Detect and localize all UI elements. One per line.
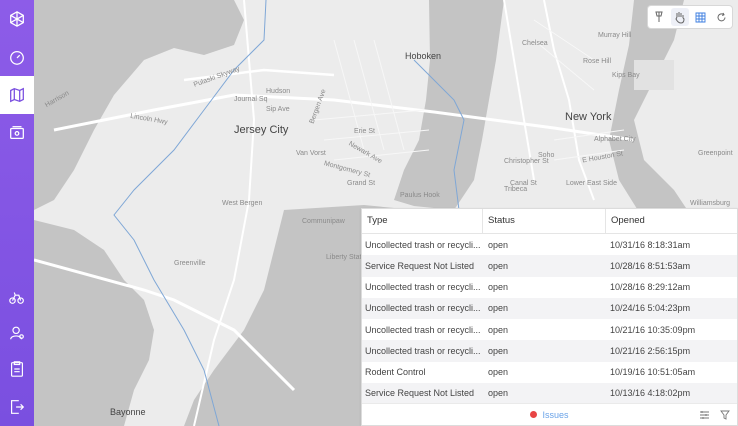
- exit-icon[interactable]: [0, 388, 34, 426]
- street-label: Lower East Side: [566, 180, 617, 187]
- cell-status: open: [488, 303, 509, 314]
- cell-opened: 10/21/16 2:56:15pm: [610, 345, 691, 356]
- cell-status: open: [488, 345, 509, 356]
- logo-icon[interactable]: [0, 0, 34, 38]
- issues-panel: Type Status Opened Uncollected trash or …: [361, 208, 738, 426]
- city-label: Jersey City: [234, 124, 289, 136]
- cell-type: Uncollected trash or recycli...: [365, 324, 481, 335]
- cell-opened: 10/28/16 8:51:53am: [610, 260, 691, 271]
- city-label: Hoboken: [405, 51, 442, 61]
- street-label: Chelsea: [522, 40, 548, 47]
- filter-icon[interactable]: [716, 406, 734, 424]
- map-toolbar: [648, 6, 732, 28]
- street-label: Greenpoint: [698, 150, 733, 157]
- city-label: New York: [565, 111, 612, 123]
- column-header-status[interactable]: Status: [483, 209, 606, 233]
- table-row[interactable]: Uncollected trash or recycli... open 10/24…: [362, 297, 737, 319]
- bike-settings-icon[interactable]: [0, 278, 34, 316]
- street-label: Kips Bay: [612, 72, 640, 79]
- cell-type: Uncollected trash or recycli...: [365, 345, 481, 356]
- clipboard-icon[interactable]: [0, 350, 34, 388]
- street-label: Journal Sq: [234, 96, 268, 103]
- cell-opened: 10/13/16 4:18:02pm: [610, 388, 691, 399]
- status-dot-icon: [530, 411, 538, 418]
- street-label: Liberty State: [326, 254, 366, 261]
- cards-icon[interactable]: [0, 114, 34, 152]
- street-label: Murray Hill: [598, 32, 632, 39]
- cell-status: open: [488, 367, 509, 378]
- cell-opened: 10/19/16 10:51:05am: [610, 367, 696, 378]
- cell-opened: 10/31/16 8:18:31am: [610, 239, 691, 250]
- table-header: Type Status Opened: [362, 209, 737, 234]
- panel-footer: Issues: [362, 403, 737, 425]
- street-label: Communipaw: [302, 218, 345, 225]
- cell-status: open: [488, 388, 509, 399]
- cell-type: Uncollected trash or recycli...: [365, 303, 481, 314]
- cell-opened: 10/21/16 10:35:09pm: [610, 324, 696, 335]
- cell-status: open: [488, 324, 509, 335]
- table-row[interactable]: Uncollected trash or recycli... open 10/31…: [362, 234, 737, 255]
- cell-opened: 10/24/16 5:04:23pm: [610, 303, 691, 314]
- street-label: Erie St: [354, 128, 376, 135]
- cell-opened: 10/28/16 8:29:12am: [610, 282, 691, 293]
- issues-table: Uncollected trash or recycli... open 10/31…: [362, 234, 737, 404]
- cell-type: Service Request Not Listed: [365, 388, 475, 399]
- street-label: Paulus Hook: [400, 192, 440, 199]
- street-label: Grand St: [347, 180, 376, 187]
- street-label: West Bergen: [222, 200, 263, 207]
- pin-icon[interactable]: [650, 8, 668, 26]
- street-label: Soho: [538, 152, 555, 159]
- city-label: Bayonne: [110, 407, 146, 417]
- sidebar: [0, 0, 34, 426]
- grid-icon[interactable]: [692, 8, 710, 26]
- cell-status: open: [488, 282, 509, 293]
- map-icon[interactable]: [0, 76, 34, 114]
- street-label: Greenville: [174, 260, 206, 267]
- table-row[interactable]: Service Request Not Listed open 10/13/16 4…: [362, 382, 737, 404]
- street-label: Van Vorst: [296, 150, 326, 157]
- table-row[interactable]: Rodent Control open 10/19/16 10:51:05am: [362, 362, 737, 383]
- table-row[interactable]: Uncollected trash or recycli... open 10/21…: [362, 319, 737, 340]
- column-header-opened[interactable]: Opened: [606, 209, 737, 233]
- cell-status: open: [488, 239, 509, 250]
- user-settings-icon[interactable]: [0, 314, 34, 352]
- issues-tab[interactable]: Issues: [542, 410, 568, 420]
- dashboard-icon[interactable]: [0, 38, 34, 76]
- table-row[interactable]: Uncollected trash or recycli... open 10/28…: [362, 277, 737, 298]
- cell-type: Service Request Not Listed: [365, 260, 475, 271]
- cell-type: Rodent Control: [365, 367, 426, 378]
- street-label: Hudson: [266, 88, 291, 95]
- street-label: Sip Ave: [266, 106, 290, 113]
- street-label: Alphabet City: [594, 136, 636, 143]
- cell-status: open: [488, 260, 509, 271]
- street-label: Rose Hill: [583, 58, 612, 65]
- table-row[interactable]: Service Request Not Listed open 10/28/16 8…: [362, 255, 737, 277]
- cell-type: Uncollected trash or recycli...: [365, 282, 481, 293]
- street-label: Williamsburg: [690, 200, 731, 207]
- column-header-type[interactable]: Type: [362, 209, 483, 233]
- table-row[interactable]: Uncollected trash or recycli... open 10/21…: [362, 340, 737, 362]
- street-label: Tribeca: [504, 186, 528, 193]
- refresh-icon[interactable]: [713, 8, 731, 26]
- street-label: Christopher St: [504, 158, 549, 165]
- hand-icon[interactable]: [670, 8, 689, 26]
- cell-type: Uncollected trash or recycli...: [365, 239, 481, 250]
- filter-list-icon[interactable]: [695, 406, 713, 424]
